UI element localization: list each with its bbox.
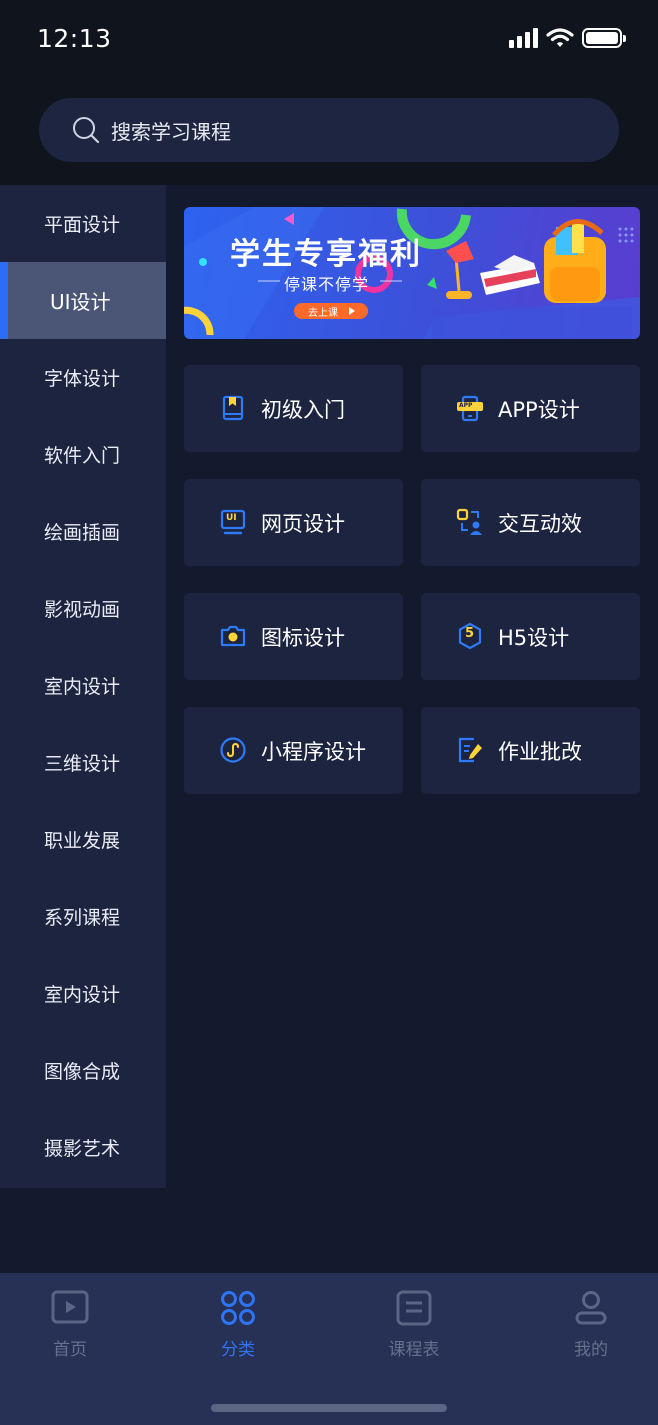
sidebar-item-active[interactable]: UI设计 [0,262,166,339]
sidebar-item[interactable]: 摄影艺术 [0,1109,166,1186]
app-badge-text: APP [459,402,473,409]
category-card[interactable]: APP APP设计 [421,365,640,452]
category-label: APP设计 [498,397,580,422]
bottom-tab-bar: 首页 分类 课程表 我的 [0,1273,658,1425]
category-label: 小程序设计 [261,739,366,764]
sidebar-item[interactable]: 影视动画 [0,570,166,647]
sidebar-item[interactable]: 软件入门 [0,416,166,493]
category-card[interactable]: 图标设计 [184,593,403,680]
search-placeholder: 搜索学习课程 [111,119,231,144]
category-card[interactable]: 初级入门 [184,365,403,452]
schedule-icon [396,1290,432,1326]
ui-badge-text: UI [226,513,237,523]
play-icon [51,1290,89,1324]
tab-label: 我的 [574,1340,608,1360]
category-card[interactable]: 交互动效 [421,479,640,566]
wifi-icon [546,28,574,47]
search-icon [73,117,100,144]
sidebar-item[interactable]: 系列课程 [0,878,166,955]
user-icon [575,1291,607,1325]
tab-profile[interactable]: 我的 [521,1273,658,1373]
category-label: 初级入门 [261,397,345,422]
category-card[interactable]: 作业批改 [421,707,640,794]
mini-program-icon [220,737,246,763]
category-label: H5设计 [498,625,570,650]
sidebar-item[interactable]: 室内设计 [0,647,166,724]
h5-badge-text: 5 [465,626,475,641]
tab-schedule[interactable]: 课程表 [344,1273,484,1373]
status-icons [509,28,626,48]
tab-label: 课程表 [388,1340,440,1360]
cellular-signal-icon [509,28,538,48]
category-card[interactable]: UI 网页设计 [184,479,403,566]
category-card[interactable]: 小程序设计 [184,707,403,794]
category-sidebar: 平面设计 UI设计 字体设计 软件入门 绘画插画 影视动画 室内设计 三维设计 … [0,185,166,1188]
category-label: 图标设计 [261,625,345,650]
tab-label: 首页 [53,1340,87,1360]
sidebar-item[interactable]: 职业发展 [0,801,166,878]
sidebar-item[interactable]: 室内设计 [0,955,166,1032]
promo-banner[interactable]: 学生专享福利 停课不停学 去上课 [184,207,640,339]
sidebar-item[interactable]: 字体设计 [0,339,166,416]
search-bar[interactable]: 搜索学习课程 [39,98,619,162]
sidebar-item[interactable]: 绘画插画 [0,493,166,570]
sidebar-item[interactable]: 图像合成 [0,1032,166,1109]
homework-edit-icon [458,737,482,763]
banner-subtitle: 停课不停学 [284,275,370,294]
camera-icon [220,625,246,647]
category-label: 交互动效 [498,511,582,536]
status-bar: 12:13 搜索学习课程 [0,0,658,185]
sidebar-item[interactable]: 平面设计 [0,185,166,262]
tab-category[interactable]: 分类 [168,1273,308,1373]
banner-title: 学生专享福利 [230,237,422,272]
category-card[interactable]: 5 H5设计 [421,593,640,680]
category-label: 网页设计 [261,511,345,536]
status-time: 12:13 [37,24,112,53]
banner-cta-button[interactable]: 去上课 [308,304,338,319]
book-icon [222,395,244,421]
banner-illustration [184,207,640,339]
tab-label: 分类 [221,1340,255,1360]
tab-home[interactable]: 首页 [0,1273,140,1373]
home-indicator [211,1404,447,1412]
sidebar-item[interactable]: 三维设计 [0,724,166,801]
category-label: 作业批改 [498,739,582,764]
grid-icon [221,1291,255,1325]
battery-icon [582,28,626,48]
interaction-icon [456,508,482,535]
